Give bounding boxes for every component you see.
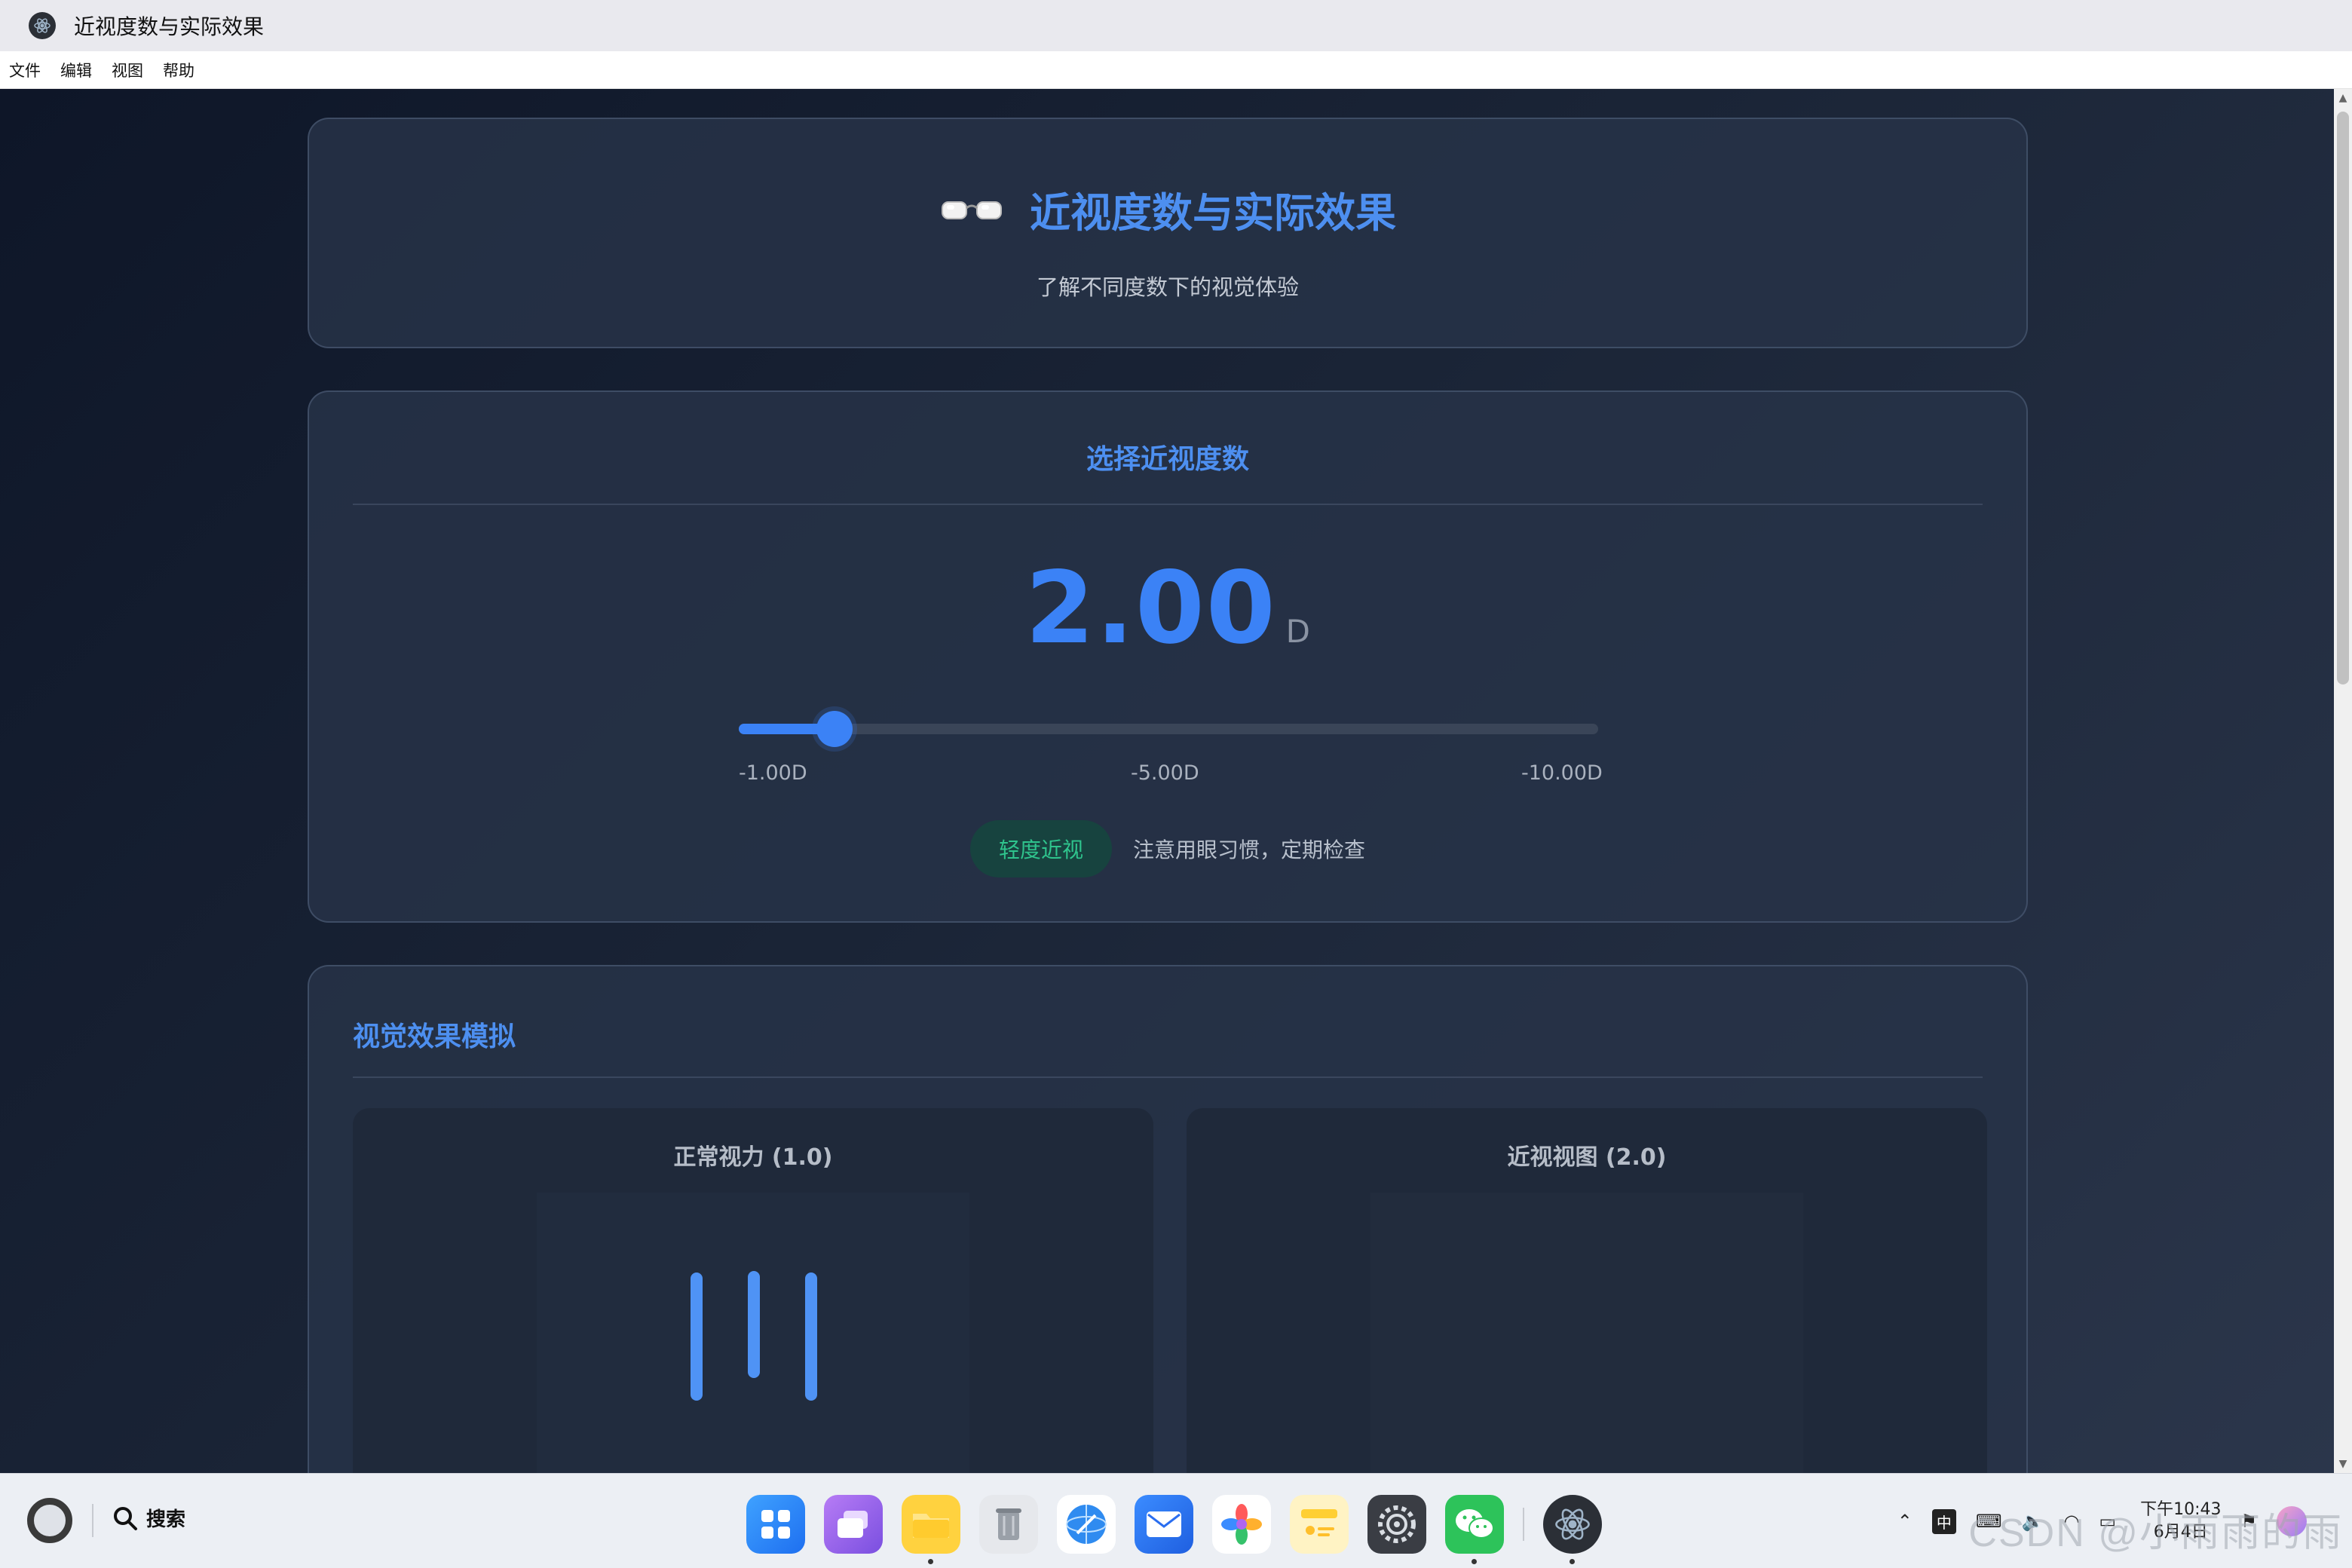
content-area: 近视度数与实际效果 了解不同度数下的视觉体验 选择近视度数 2.00 D -1.0…: [0, 89, 2334, 1473]
launcher-icon[interactable]: [746, 1495, 805, 1554]
running-indicator: [1570, 1559, 1575, 1564]
menu-edit[interactable]: 编辑: [60, 59, 92, 81]
degree-unit: D: [1285, 613, 1311, 650]
simulation-card: 视觉效果模拟 正常视力 (1.0) 近视视图 (2.0): [308, 965, 2028, 1473]
menu-help[interactable]: 帮助: [163, 59, 194, 81]
sample-line: [691, 1272, 703, 1401]
selector-title: 选择近视度数: [1086, 444, 1249, 475]
photos-icon[interactable]: [1212, 1495, 1271, 1554]
slider-tick-mid: -5.00D: [1131, 761, 1199, 785]
normal-vision-panel: 正常视力 (1.0): [353, 1108, 1153, 1473]
scroll-up-arrow-icon[interactable]: ▲: [2334, 89, 2352, 107]
taskbar-search[interactable]: 搜索: [112, 1504, 185, 1532]
glasses-icon: [942, 201, 1002, 219]
window-title: 近视度数与实际效果: [74, 14, 265, 39]
severity-badge: 轻度近视: [969, 820, 1112, 877]
status-row: 轻度近视 注意用眼习惯，定期检查: [309, 820, 2026, 877]
degree-value: 2.00: [1024, 550, 1277, 666]
notes-icon[interactable]: [1290, 1495, 1349, 1554]
vertical-scrollbar[interactable]: ▲ ▼: [2334, 89, 2352, 1473]
running-indicator: [928, 1559, 933, 1564]
divider: [353, 504, 1983, 505]
taskbar-separator: [92, 1504, 93, 1537]
browser-icon[interactable]: [1057, 1495, 1116, 1554]
files-icon[interactable]: [902, 1495, 960, 1564]
normal-vision-title: 正常视力 (1.0): [673, 1144, 833, 1171]
mail-icon[interactable]: [1135, 1495, 1193, 1554]
menu-bar: 文件 编辑 视图 帮助: [0, 51, 2352, 89]
search-icon: [114, 1506, 137, 1530]
degree-slider[interactable]: [739, 711, 1598, 747]
wechat-icon[interactable]: [1445, 1495, 1504, 1564]
running-indicator: [1472, 1559, 1477, 1564]
page-title: 近视度数与实际效果: [1030, 189, 1396, 237]
settings-icon[interactable]: [1367, 1495, 1426, 1554]
simulation-title: 视觉效果模拟: [353, 1021, 516, 1052]
trash-icon[interactable]: [979, 1495, 1038, 1554]
window-titlebar: 近视度数与实际效果: [0, 0, 2352, 51]
slider-handle[interactable]: [816, 711, 853, 747]
chevron-up-icon[interactable]: ⌃: [1897, 1511, 1913, 1532]
myopia-vision-panel: 近视视图 (2.0): [1187, 1108, 1987, 1473]
menu-file[interactable]: 文件: [9, 59, 41, 81]
menu-view[interactable]: 视图: [112, 59, 143, 81]
normal-vision-view: [537, 1193, 969, 1473]
page-subtitle: 了解不同度数下的视觉体验: [1036, 274, 1299, 300]
ime-indicator[interactable]: 中: [1931, 1508, 1956, 1534]
search-label: 搜索: [146, 1508, 186, 1531]
slider-tick-max: -10.00D: [1521, 761, 1603, 785]
divider: [353, 1076, 1983, 1078]
taskbar-dock: [746, 1495, 1621, 1564]
taskbar-separator: [1523, 1508, 1524, 1541]
degree-readout: 2.00 D: [309, 550, 2026, 666]
myopia-vision-title: 近视视图 (2.0): [1507, 1144, 1667, 1171]
taskbar: 搜索 ⌃ 中 ⌨ 🔈 ◠ ▭ 下午10:43 6月4日 ⚑ CSDN @小雨雨的…: [0, 1473, 2352, 1568]
sample-line: [805, 1272, 817, 1401]
header-row: 近视度数与实际效果: [309, 179, 2026, 239]
advice-text: 注意用眼习惯，定期检查: [1133, 838, 1366, 862]
start-button[interactable]: [27, 1498, 72, 1543]
scrollbar-thumb[interactable]: [2337, 112, 2349, 684]
myopia-vision-view: [1370, 1193, 1803, 1473]
degree-selector-card: 选择近视度数 2.00 D -1.00D -5.00D -10.00D 轻度近视 …: [308, 390, 2028, 923]
sample-line: [748, 1271, 760, 1378]
header-card: 近视度数与实际效果 了解不同度数下的视觉体验: [308, 118, 2028, 348]
multitask-icon[interactable]: [824, 1495, 883, 1554]
watermark: CSDN @小雨雨的雨: [1968, 1511, 2343, 1555]
scroll-down-arrow-icon[interactable]: ▼: [2334, 1455, 2352, 1473]
electron-app-icon: [29, 12, 56, 39]
electron-app-icon[interactable]: [1543, 1495, 1602, 1564]
slider-tick-min: -1.00D: [739, 761, 807, 785]
